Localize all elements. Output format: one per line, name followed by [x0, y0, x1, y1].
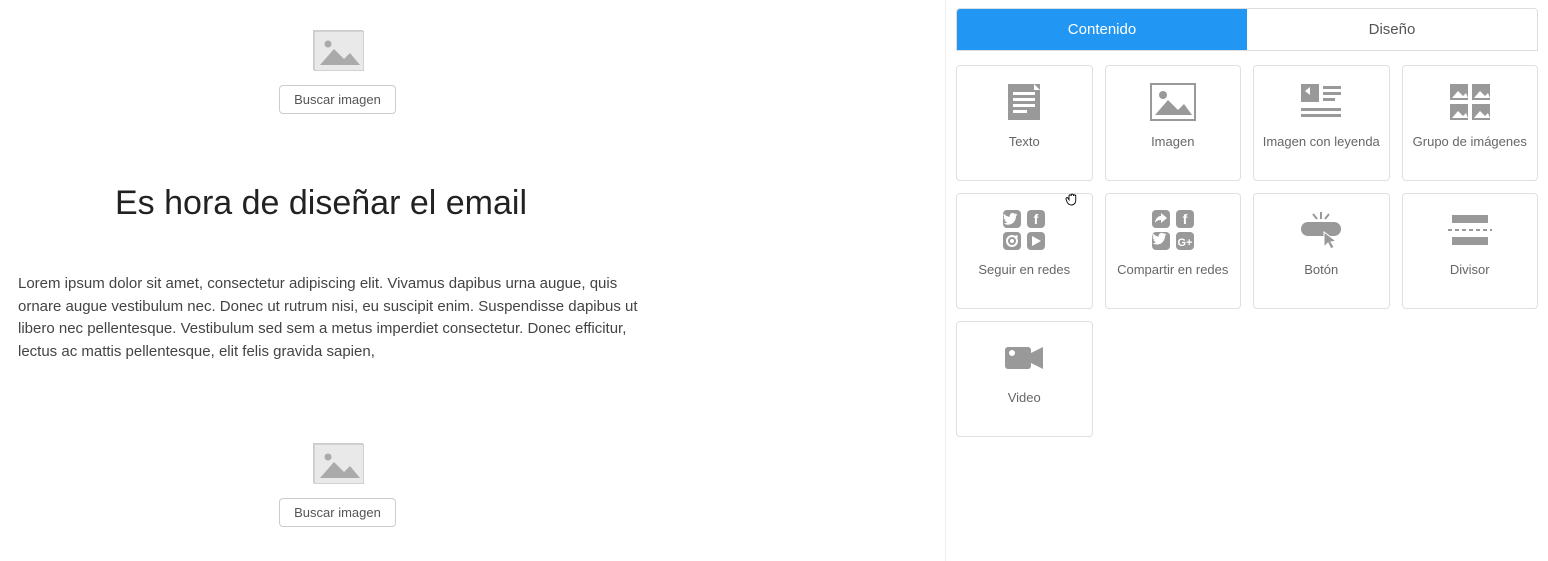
image-placeholder-icon: [313, 30, 363, 70]
block-image-group[interactable]: Grupo de imágenes: [1402, 65, 1539, 181]
email-heading[interactable]: Es hora de diseñar el email: [115, 184, 945, 223]
svg-text:f: f: [1034, 211, 1039, 227]
image-group-icon: [1446, 80, 1494, 124]
image-caption-icon: [1297, 80, 1345, 124]
browse-image-button[interactable]: Buscar imagen: [279, 498, 396, 527]
block-video[interactable]: Video: [956, 321, 1093, 437]
email-canvas[interactable]: Buscar imagen Es hora de diseñar el emai…: [0, 0, 945, 561]
image-block-bottom: Buscar imagen: [0, 443, 945, 527]
block-label: Video: [1008, 390, 1041, 407]
social-follow-icon: f: [1000, 208, 1048, 252]
block-label: Grupo de imágenes: [1413, 134, 1527, 151]
browse-image-button[interactable]: Buscar imagen: [279, 85, 396, 114]
image-icon: [1149, 80, 1197, 124]
panel-tabs: Contenido Diseño: [956, 8, 1538, 51]
block-label: Compartir en redes: [1117, 262, 1228, 279]
image-placeholder-icon: [313, 443, 363, 483]
block-label: Texto: [1009, 134, 1040, 151]
block-text[interactable]: Texto: [956, 65, 1093, 181]
block-label: Imagen: [1151, 134, 1194, 151]
svg-text:f: f: [1182, 211, 1187, 227]
block-button[interactable]: Botón: [1253, 193, 1390, 309]
email-body-text[interactable]: Lorem ipsum dolor sit amet, consectetur …: [18, 273, 658, 363]
tab-content[interactable]: Contenido: [957, 9, 1247, 50]
button-icon: [1297, 208, 1345, 252]
block-share[interactable]: f G+ Compartir en redes: [1105, 193, 1242, 309]
svg-text:G+: G+: [1177, 237, 1192, 249]
block-follow[interactable]: f Seguir en redes: [956, 193, 1093, 309]
tab-design[interactable]: Diseño: [1247, 9, 1537, 50]
video-icon: [1000, 336, 1048, 380]
block-image[interactable]: Imagen: [1105, 65, 1242, 181]
block-label: Imagen con leyenda: [1263, 134, 1380, 151]
block-divider[interactable]: Divisor: [1402, 193, 1539, 309]
block-label: Divisor: [1450, 262, 1490, 279]
social-share-icon: f G+: [1149, 208, 1197, 252]
divider-icon: [1446, 208, 1494, 252]
text-icon: [1000, 80, 1048, 124]
image-block-top: Buscar imagen: [0, 30, 945, 114]
block-label: Seguir en redes: [978, 262, 1070, 279]
block-image-caption[interactable]: Imagen con leyenda: [1253, 65, 1390, 181]
content-block-grid: Texto Imagen Imagen con leyenda Grupo de…: [956, 65, 1538, 437]
side-panel: Contenido Diseño Texto Imagen Imagen con…: [945, 0, 1548, 561]
block-label: Botón: [1304, 262, 1338, 279]
